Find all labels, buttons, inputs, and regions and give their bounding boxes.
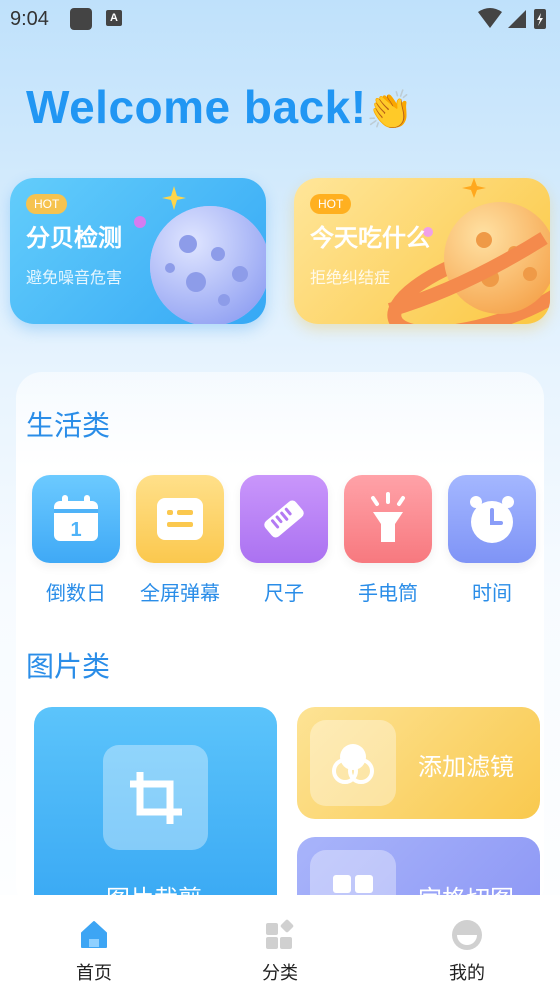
nav-label: 我的 — [449, 963, 485, 984]
ruler-icon — [240, 475, 328, 563]
image-section-title: 图片类 — [26, 650, 111, 683]
banner-title: 今天吃什么 — [310, 224, 430, 252]
banner-subtitle: 拒绝纠结症 — [310, 268, 391, 287]
signal-icon — [508, 10, 526, 28]
tool-label: 倒数日 — [46, 581, 106, 605]
nav-item-category[interactable]: 分类 — [240, 919, 320, 985]
clock-icon — [448, 475, 536, 563]
category-icon — [266, 919, 294, 949]
home-icon — [81, 921, 107, 948]
tool-label: 手电筒 — [358, 581, 418, 605]
tool-countdown[interactable]: 1 倒数日 — [32, 475, 120, 606]
tile-label: 添加滤镜 — [418, 753, 514, 781]
banner-subtitle: 避免噪音危害 — [26, 268, 123, 287]
tool-time[interactable]: 时间 — [448, 475, 536, 606]
nav-label: 分类 — [262, 963, 298, 984]
notification-square-icon — [70, 8, 92, 30]
hot-badge: HOT — [26, 194, 68, 214]
hot-badge: HOT — [310, 194, 352, 214]
nav-item-home[interactable]: 首页 — [54, 919, 134, 985]
nav-label: 首页 — [76, 963, 112, 984]
wifi-icon — [478, 8, 502, 28]
tool-ruler[interactable]: 尺子 — [240, 475, 328, 606]
svg-text:1: 1 — [70, 519, 81, 541]
tool-label: 尺子 — [264, 581, 304, 605]
status-bar: 9:04 A — [0, 0, 560, 40]
clapping-hands-icon: 👏 — [366, 88, 414, 132]
tool-label: 全屏弹幕 — [140, 581, 220, 605]
status-time: 9:04 — [10, 8, 49, 30]
notification-a-icon: A — [106, 10, 122, 26]
banner-title: 分贝检测 — [26, 224, 122, 252]
message-icon — [136, 475, 224, 563]
tool-flashlight[interactable]: 手电筒 — [344, 475, 432, 606]
decibel-banner[interactable]: HOT 分贝检测 避免噪音危害 — [10, 178, 266, 324]
welcome-title: Welcome back! — [26, 81, 367, 133]
flashlight-icon — [344, 475, 432, 563]
what-to-eat-banner[interactable]: HOT 今天吃什么 拒绝纠结症 — [294, 178, 550, 324]
crop-icon — [103, 745, 208, 850]
bottom-nav: 首页 分类 我的 — [0, 895, 560, 995]
filter-icon — [310, 720, 396, 806]
tool-label: 时间 — [472, 581, 512, 605]
nav-item-profile[interactable]: 我的 — [427, 919, 507, 985]
tool-fullscreen-danmaku[interactable]: 全屏弹幕 — [136, 475, 224, 606]
calendar-icon: 1 — [32, 475, 120, 563]
status-icons — [478, 8, 546, 29]
add-filter-tile[interactable]: 添加滤镜 — [297, 707, 540, 819]
image-crop-tile[interactable]: 图片裁剪 — [34, 707, 277, 927]
profile-icon — [452, 920, 482, 950]
life-section-title: 生活类 — [26, 409, 111, 442]
